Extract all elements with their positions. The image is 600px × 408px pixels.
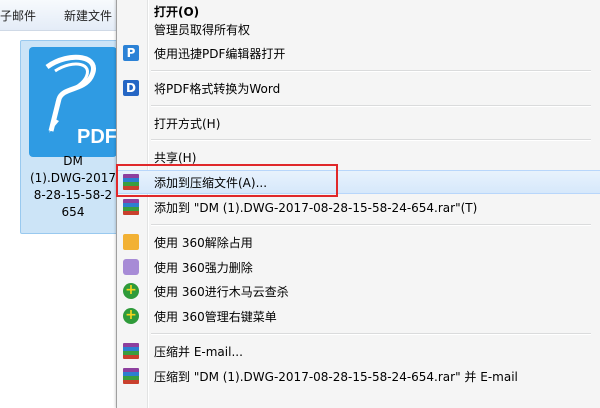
menu-item-label: 管理员取得所有权 — [154, 23, 251, 37]
360-shield-icon: + — [123, 308, 139, 324]
menu-item-take-ownership[interactable]: 管理员取得所有权 — [117, 18, 600, 40]
menu-item-open-with-pdf-editor[interactable]: P 使用迅捷PDF编辑器打开 — [117, 42, 600, 64]
menu-item-label: 压缩并 E-mail... — [154, 345, 243, 359]
menu-item-compress-to-rar-email[interactable]: 压缩到 "DM (1).DWG-2017-08-28-15-58-24-654.… — [117, 365, 600, 387]
menu-item-open-with[interactable]: 打开方式(H) — [117, 112, 600, 134]
toolbar-email-button[interactable]: 子邮件 — [0, 7, 36, 24]
menu-item-360-manage-menu[interactable]: + 使用 360管理右键菜单 — [117, 305, 600, 327]
menu-item-label: 打开方式(H) — [154, 117, 221, 131]
menu-separator — [151, 224, 591, 226]
menu-item-label: 使用迅捷PDF编辑器打开 — [154, 47, 286, 61]
360-unlock-icon — [123, 234, 139, 250]
menu-item-label: 使用 360管理右键菜单 — [154, 310, 277, 324]
pdf-icon-text: PDF — [77, 126, 117, 148]
winrar-icon — [123, 343, 139, 359]
menu-item-add-to-rar[interactable]: 添加到 "DM (1).DWG-2017-08-28-15-58-24-654.… — [117, 196, 600, 218]
menu-item-pdf-to-word[interactable]: D 将PDF格式转换为Word — [117, 77, 600, 99]
menu-item-share[interactable]: 共享(H) — [117, 146, 600, 168]
winrar-icon — [123, 368, 139, 384]
menu-item-label: 使用 360进行木马云查杀 — [154, 285, 289, 299]
context-menu: 打开(O) 管理员取得所有权 P 使用迅捷PDF编辑器打开 D 将PDF格式转换… — [116, 0, 600, 408]
pdf-editor-icon: P — [123, 45, 139, 61]
menu-item-360-unlock[interactable]: 使用 360解除占用 — [117, 231, 600, 253]
menu-item-label: 压缩到 "DM (1).DWG-2017-08-28-15-58-24-654.… — [154, 370, 518, 384]
menu-item-add-to-archive[interactable]: 添加到压缩文件(A)... — [117, 170, 600, 194]
menu-item-label: 添加到压缩文件(A)... — [154, 176, 268, 190]
winrar-icon — [123, 199, 139, 215]
menu-item-label: 添加到 "DM (1).DWG-2017-08-28-15-58-24-654.… — [154, 201, 478, 215]
menu-separator — [151, 70, 591, 72]
360-shield-icon: + — [123, 283, 139, 299]
menu-item-label: 使用 360强力删除 — [154, 261, 253, 275]
menu-separator — [151, 105, 591, 107]
menu-item-compress-email[interactable]: 压缩并 E-mail... — [117, 340, 600, 362]
menu-item-label: 共享(H) — [154, 151, 197, 165]
menu-item-label: 使用 360解除占用 — [154, 236, 253, 250]
menu-separator — [151, 333, 591, 335]
file-name-label: DM (1).DWG-2017 8-28-15-58-2 654 — [29, 154, 117, 219]
pdf-file-icon: PDF — [29, 47, 117, 157]
360-delete-icon — [123, 259, 139, 275]
menu-item-360-trojan-scan[interactable]: + 使用 360进行木马云查杀 — [117, 280, 600, 302]
pdf-converter-icon: D — [123, 80, 139, 96]
menu-separator — [151, 139, 591, 141]
selected-file-item[interactable]: PDF DM (1).DWG-2017 8-28-15-58-2 654 — [20, 40, 126, 234]
menu-item-360-force-delete[interactable]: 使用 360强力删除 — [117, 256, 600, 278]
menu-item-label: 将PDF格式转换为Word — [154, 82, 281, 96]
toolbar-new-folder-button[interactable]: 新建文件 — [64, 7, 112, 24]
winrar-icon — [123, 174, 139, 190]
